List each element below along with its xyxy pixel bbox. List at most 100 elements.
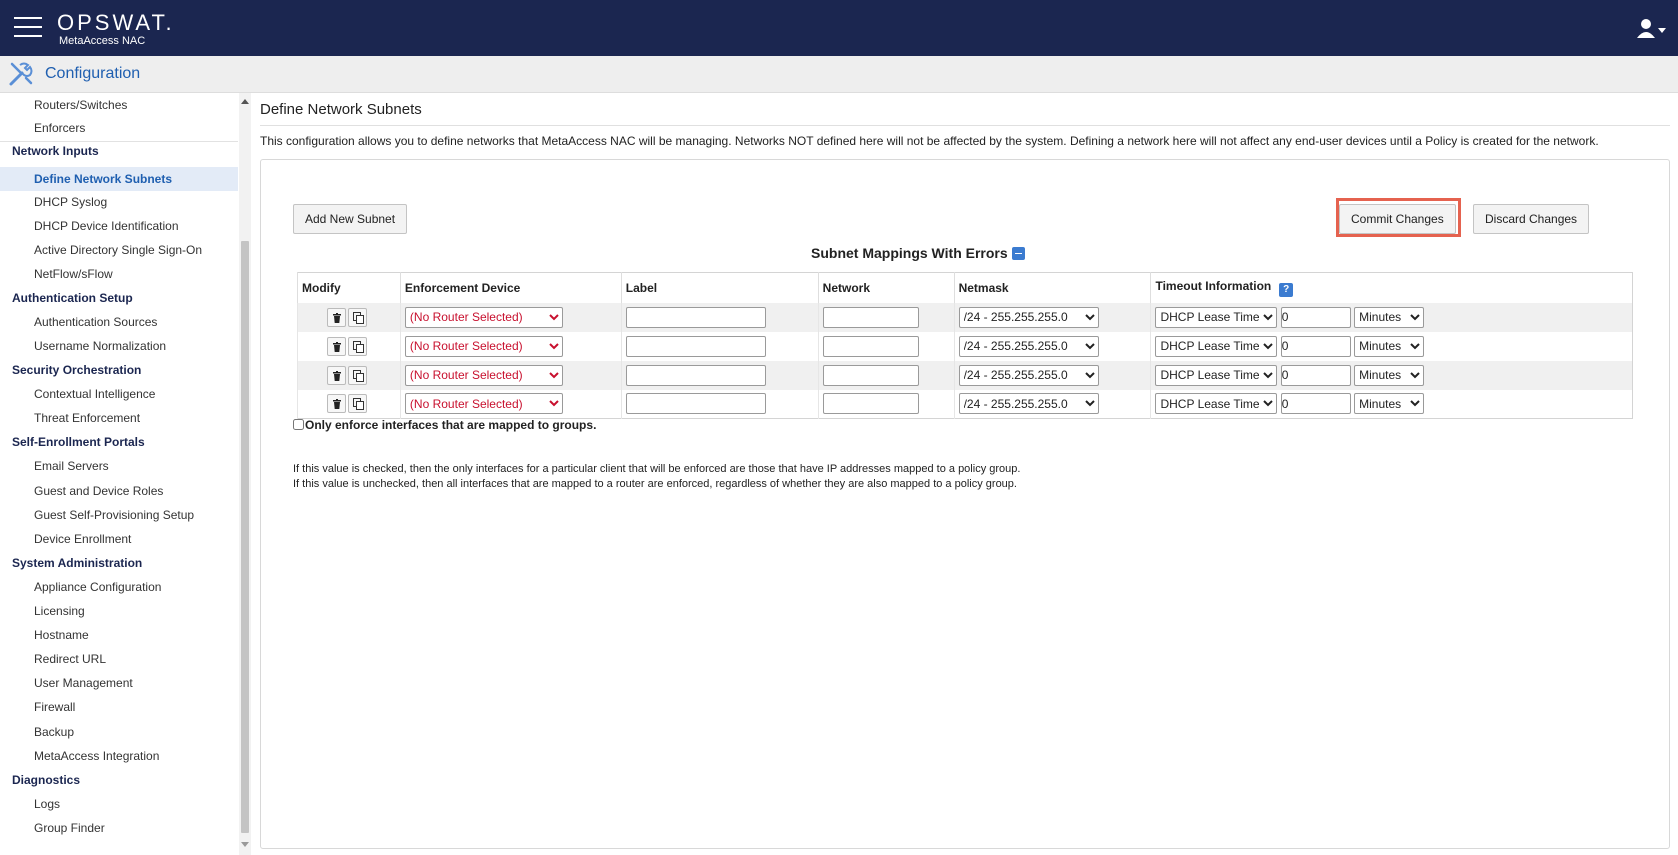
timeout-value-input[interactable] — [1280, 335, 1351, 357]
timeout-type-select[interactable]: DHCP Lease Time — [1155, 364, 1278, 386]
modify-cell — [297, 360, 401, 390]
sidebar-item-redirect-url[interactable]: Redirect URL — [34, 652, 106, 666]
page-title: Define Network Subnets — [260, 101, 422, 118]
netmask-cell: /24 - 255.255.255.0 — [953, 389, 1151, 419]
scroll-down-arrow-icon[interactable] — [239, 841, 251, 849]
divider — [0, 141, 238, 142]
sidebar-item-netflow-sflow[interactable]: NetFlow/sFlow — [34, 267, 113, 281]
trash-icon — [333, 312, 341, 323]
sidebar-item-routers-switches[interactable]: Routers/Switches — [34, 98, 127, 112]
network-input[interactable] — [822, 306, 919, 328]
timeout-cell: DHCP Lease Time Minutes — [1150, 389, 1633, 419]
sidebar-item-authentication-sources[interactable]: Authentication Sources — [34, 315, 157, 329]
hamburger-icon[interactable] — [14, 17, 44, 39]
timeout-unit-select[interactable]: Minutes — [1354, 335, 1425, 357]
network-input[interactable] — [822, 335, 919, 357]
user-menu-button[interactable] — [1636, 18, 1668, 40]
add-new-subnet-button[interactable]: Add New Subnet — [293, 204, 408, 234]
delete-row-button[interactable] — [327, 336, 346, 356]
sidebar-scrollbar[interactable] — [239, 93, 251, 855]
discard-changes-button[interactable]: Discard Changes — [1473, 204, 1590, 234]
label-input[interactable] — [625, 393, 766, 415]
label-cell — [620, 389, 819, 419]
caret-down-icon — [1658, 28, 1666, 33]
label-input[interactable] — [625, 335, 766, 357]
copy-icon — [353, 369, 364, 382]
copy-row-button[interactable] — [348, 336, 367, 356]
network-input[interactable] — [822, 364, 919, 386]
timeout-type-select[interactable]: DHCP Lease Time — [1155, 306, 1278, 328]
sidebar-group-authentication-setup[interactable]: Authentication Setup — [12, 291, 133, 305]
enforcement-device-select[interactable]: (No Router Selected) — [404, 306, 563, 328]
timeout-unit-select[interactable]: Minutes — [1354, 393, 1425, 415]
delete-row-button[interactable] — [327, 307, 346, 327]
delete-row-button[interactable] — [327, 365, 346, 385]
label-input[interactable] — [625, 364, 766, 386]
sidebar-item-threat-enforcement[interactable]: Threat Enforcement — [34, 411, 140, 425]
sidebar-group-security-orchestration[interactable]: Security Orchestration — [12, 363, 141, 377]
section-bar: Configuration — [0, 56, 1678, 93]
enforcement-device-select[interactable]: (No Router Selected) — [404, 335, 563, 357]
sidebar-group-system-administration[interactable]: System Administration — [12, 556, 142, 570]
sidebar-item-hostname[interactable]: Hostname — [34, 628, 89, 642]
sidebar-item-group-finder[interactable]: Group Finder — [34, 821, 105, 835]
enforcement-device-select[interactable]: (No Router Selected) — [404, 364, 563, 386]
network-input[interactable] — [822, 393, 919, 415]
sidebar-item-licensing[interactable]: Licensing — [34, 604, 85, 618]
enforce-mapped-label[interactable]: Only enforce interfaces that are mapped … — [305, 418, 596, 432]
scrollbar-thumb[interactable] — [241, 241, 249, 833]
sidebar-item-guest-device-roles[interactable]: Guest and Device Roles — [34, 484, 163, 498]
network-cell — [817, 360, 955, 390]
sidebar-item-appliance-configuration[interactable]: Appliance Configuration — [34, 580, 161, 594]
netmask-select[interactable]: /24 - 255.255.255.0 — [958, 335, 1099, 357]
logo-subtitle: MetaAccess NAC — [59, 35, 146, 47]
table-row: (No Router Selected) /24 - 255.255.255.0… — [297, 331, 1633, 361]
sidebar-item-contextual-intelligence[interactable]: Contextual Intelligence — [34, 387, 155, 401]
netmask-select[interactable]: /24 - 255.255.255.0 — [958, 306, 1099, 328]
sidebar-item-logs[interactable]: Logs — [34, 797, 60, 811]
sidebar-item-device-enrollment[interactable]: Device Enrollment — [34, 532, 131, 546]
sidebar-item-email-servers[interactable]: Email Servers — [34, 459, 109, 473]
sidebar-item-user-management[interactable]: User Management — [34, 676, 133, 690]
sidebar-item-dhcp-device-identification[interactable]: DHCP Device Identification — [34, 219, 179, 233]
sidebar-item-firewall[interactable]: Firewall — [34, 700, 75, 714]
sidebar-group-diagnostics[interactable]: Diagnostics — [12, 773, 80, 787]
sidebar-item-define-network-subnets[interactable]: Define Network Subnets — [34, 172, 172, 186]
section-title: Configuration — [45, 65, 141, 82]
label-input[interactable] — [625, 306, 766, 328]
scroll-up-arrow-icon[interactable] — [239, 97, 251, 105]
sidebar: Routers/Switches Enforcers Network Input… — [0, 93, 238, 855]
help-icon[interactable]: ? — [1279, 282, 1294, 297]
timeout-type-select[interactable]: DHCP Lease Time — [1155, 335, 1278, 357]
sidebar-item-backup[interactable]: Backup — [34, 725, 74, 739]
commit-changes-button[interactable]: Commit Changes — [1339, 204, 1456, 234]
timeout-type-select[interactable]: DHCP Lease Time — [1155, 393, 1278, 415]
timeout-unit-select[interactable]: Minutes — [1354, 306, 1425, 328]
sidebar-group-network-inputs[interactable]: Network Inputs — [12, 144, 99, 158]
timeout-value-input[interactable] — [1280, 393, 1351, 415]
timeout-unit-select[interactable]: Minutes — [1354, 364, 1425, 386]
network-cell — [817, 331, 955, 361]
sidebar-item-enforcers[interactable]: Enforcers — [34, 121, 85, 135]
sidebar-group-self-enrollment-portals[interactable]: Self-Enrollment Portals — [12, 435, 145, 449]
timeout-value-input[interactable] — [1280, 306, 1351, 328]
enforce-mapped-checkbox[interactable] — [293, 419, 304, 430]
copy-row-button[interactable] — [348, 365, 367, 385]
netmask-cell: /24 - 255.255.255.0 — [953, 360, 1151, 390]
sidebar-item-username-normalization[interactable]: Username Normalization — [34, 339, 166, 353]
timeout-value-input[interactable] — [1280, 364, 1351, 386]
netmask-select[interactable]: /24 - 255.255.255.0 — [958, 393, 1099, 415]
copy-row-button[interactable] — [348, 394, 367, 414]
collapse-icon[interactable] — [1011, 247, 1025, 260]
label-cell — [620, 302, 819, 332]
enforcement-device-select[interactable]: (No Router Selected) — [404, 393, 563, 415]
sidebar-item-active-directory-sso[interactable]: Active Directory Single Sign-On — [34, 243, 202, 257]
sidebar-item-dhcp-syslog[interactable]: DHCP Syslog — [34, 195, 107, 209]
sidebar-item-guest-self-provisioning[interactable]: Guest Self-Provisioning Setup — [34, 508, 194, 522]
trash-icon — [333, 399, 341, 410]
sidebar-item-metaaccess-integration[interactable]: MetaAccess Integration — [34, 749, 159, 763]
copy-row-button[interactable] — [348, 307, 367, 327]
delete-row-button[interactable] — [327, 394, 346, 414]
column-header-label: Label — [620, 272, 819, 303]
netmask-select[interactable]: /24 - 255.255.255.0 — [958, 364, 1099, 386]
